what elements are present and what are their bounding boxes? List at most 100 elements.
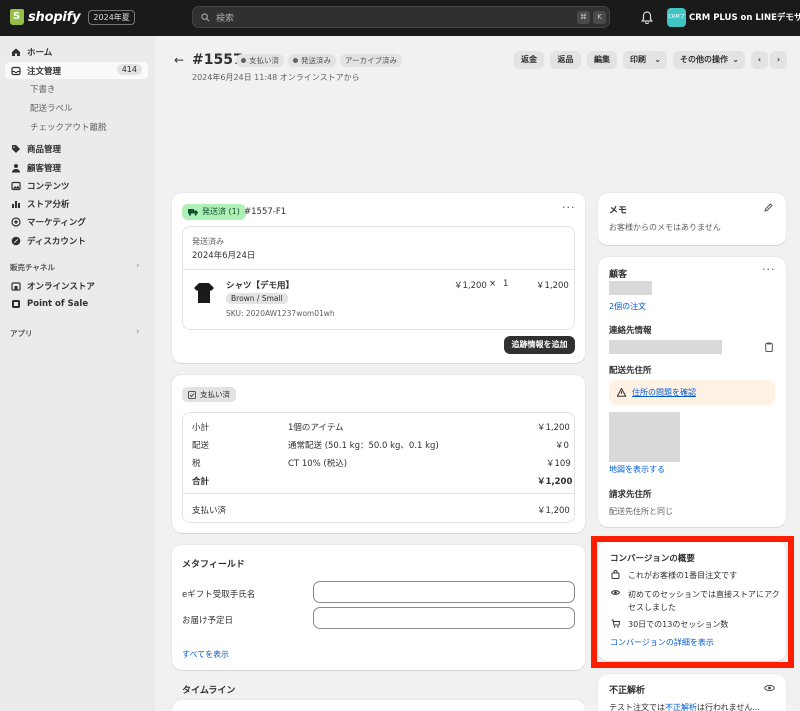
customer-name-redacted[interactable]	[609, 281, 652, 295]
status-label: アーカイブ済み	[345, 56, 398, 65]
pos-icon	[12, 299, 20, 308]
sidebar-subitem-abandoned-checkouts[interactable]: チェックアウト離脱	[30, 121, 107, 133]
payment-status-badge: 支払い済	[236, 54, 284, 67]
print-label: 印刷	[630, 55, 646, 64]
billing-address-heading: 請求先住所	[609, 490, 652, 500]
edit-button[interactable]: 編集	[587, 51, 617, 69]
product-name-link[interactable]: シャツ【デモ用】	[226, 279, 294, 291]
sidebar-item-products[interactable]: 商品管理	[5, 140, 148, 157]
payment-card: 支払い済 小計 1個のアイテム ￥1,200 配送 通常配送 (50.1 kg：…	[172, 375, 585, 533]
contact-info-heading: 連絡先情報	[609, 326, 652, 336]
fulfillment-status-badge: 発送済み	[288, 54, 336, 67]
sidebar-item-content[interactable]: コンテンツ	[5, 177, 148, 194]
timeline-title: タイムライン	[182, 686, 236, 696]
customer-orders-link[interactable]: 2個の注文	[609, 301, 646, 312]
fraud-text-after: は行われません...	[697, 703, 760, 711]
line-total: ￥1,200	[536, 281, 569, 291]
apps-heading: アプリ	[10, 329, 33, 338]
show-all-metafields-link[interactable]: すべてを表示	[182, 649, 229, 660]
more-actions-label: その他の操作	[680, 55, 728, 64]
tax-amount: ￥109	[546, 459, 571, 469]
pencil-icon[interactable]	[764, 203, 773, 212]
inbox-icon	[11, 66, 21, 75]
next-order-button[interactable]: ›	[770, 51, 787, 69]
notes-title: メモ	[609, 206, 628, 216]
shortcut-cmd-key: ⌘	[577, 11, 590, 24]
shopify-bag-icon	[10, 9, 24, 25]
store-name[interactable]: CRM PLUS on LINEデモサ...	[689, 11, 800, 23]
bell-icon[interactable]	[641, 11, 653, 24]
sidebar-item-customers[interactable]: 顧客管理	[5, 159, 148, 176]
billing-same-text: 配送先住所と同じ	[609, 507, 673, 516]
fulfillment-detail-box: 発送済み 2024年6月24日 シャツ【デモ用】 Brown / Small S…	[182, 226, 575, 330]
chevron-right-icon[interactable]: ›	[136, 327, 140, 337]
eye-icon[interactable]	[764, 684, 775, 692]
sidebar-item-analytics[interactable]: ストア分析	[5, 195, 148, 212]
address-warning-banner: 住所の問題を確認	[609, 380, 775, 405]
delivery-date-field[interactable]	[313, 607, 575, 629]
fraud-analysis-link[interactable]: 不正解析	[665, 703, 697, 711]
return-button[interactable]: 返品	[550, 51, 581, 69]
paid-badge: 支払い済	[182, 387, 236, 402]
fulfilled-badge: 発送済 (1)	[182, 204, 246, 220]
order-subtitle: 2024年6月24日 11:48 オンラインストアから	[192, 73, 360, 82]
more-actions-button[interactable]: その他の操作 ⌄	[673, 51, 745, 69]
store-avatar[interactable]: CRMプラス	[667, 8, 686, 27]
status-dot-icon	[293, 58, 298, 63]
sidebar-subitem-drafts[interactable]: 下書き	[30, 83, 56, 95]
status-label: 発送済み	[301, 56, 331, 65]
sidebar-item-label: ホーム	[27, 47, 53, 58]
fulfilled-badge-label: 発送済 (1)	[202, 207, 240, 216]
customer-title: 顧客	[609, 270, 628, 280]
bar-chart-icon	[12, 200, 20, 208]
tax-label: 税	[192, 459, 201, 469]
discount-icon	[11, 236, 21, 245]
variant-chip: Brown / Small	[226, 293, 288, 304]
notes-empty-text: お客様からのメモはありません	[609, 223, 721, 232]
shortcut-k-key: K	[593, 11, 606, 24]
product-sku: SKU: 2020AW1237wom01wh	[226, 309, 335, 318]
sidebar-subitem-shipping-labels[interactable]: 配送ラベル	[30, 102, 73, 114]
sidebar-item-orders[interactable]: 注文管理 414	[5, 62, 148, 79]
add-tracking-button[interactable]: 追跡情報を追加	[504, 336, 575, 354]
sidebar-item-online-store[interactable]: オンラインストア	[5, 277, 148, 294]
product-thumbnail[interactable]	[191, 279, 217, 305]
review-address-link[interactable]: 住所の問題を確認	[632, 387, 696, 398]
highlight-frame	[591, 536, 794, 668]
metafield-label-gift-recipient: eギフト受取手氏名	[182, 590, 256, 600]
sales-channels-heading: 販売チャネル	[10, 263, 55, 272]
fulfillment-status-label: 発送済み	[192, 237, 224, 246]
paid-label: 支払い済	[192, 506, 227, 516]
sidebar-item-home[interactable]: ホーム	[5, 43, 148, 60]
truck-icon	[188, 209, 198, 216]
shipping-address-redacted	[609, 412, 680, 462]
sidebar-item-label: オンラインストア	[27, 281, 95, 292]
previous-order-button[interactable]: ‹	[751, 51, 768, 69]
clipboard-icon[interactable]	[765, 342, 773, 352]
status-dot-icon	[241, 58, 246, 63]
divider	[183, 493, 574, 494]
gift-recipient-field[interactable]	[313, 581, 575, 603]
subtotal-label: 小計	[192, 423, 210, 433]
shopify-logo[interactable]: shopify 2024年夏	[10, 9, 135, 25]
back-arrow-icon[interactable]: ←	[174, 53, 184, 67]
sidebar-item-discounts[interactable]: ディスカウント	[5, 232, 148, 249]
more-options-icon[interactable]: ···	[762, 263, 776, 276]
receipt-check-icon	[188, 390, 196, 399]
sidebar-item-label: 注文管理	[27, 66, 62, 77]
sidebar-item-pos[interactable]: Point of Sale	[5, 295, 148, 312]
print-button[interactable]: 印刷 ⌄	[623, 51, 667, 69]
timeline-card	[172, 700, 585, 711]
sidebar-item-label: ストア分析	[27, 199, 70, 210]
top-bar: shopify 2024年夏 検索 ⌘ K CRMプラス CRM PLUS on…	[0, 0, 800, 36]
shipping-address-heading: 配送先住所	[609, 366, 652, 376]
sidebar-item-marketing[interactable]: マーケティング	[5, 213, 148, 230]
view-map-link[interactable]: 地図を表示する	[609, 464, 665, 475]
more-options-icon[interactable]: ···	[562, 201, 576, 214]
edition-badge: 2024年夏	[88, 9, 135, 25]
refund-button[interactable]: 返金	[514, 51, 544, 69]
chevron-down-icon: ⌄	[732, 55, 739, 64]
search-input[interactable]: 検索 ⌘ K	[192, 6, 610, 28]
chevron-right-icon[interactable]: ›	[136, 261, 140, 271]
notes-card: メモ お客様からのメモはありません	[598, 193, 786, 245]
